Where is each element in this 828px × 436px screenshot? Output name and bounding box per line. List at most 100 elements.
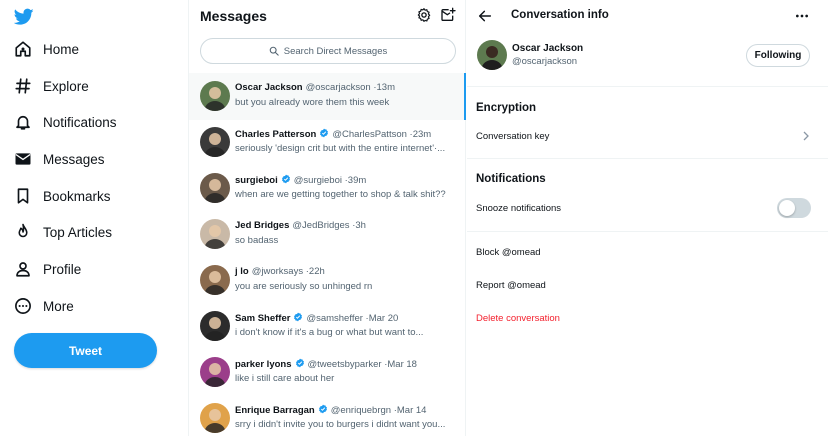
twitter-bird-icon[interactable] <box>14 8 34 26</box>
conversation-item[interactable]: Oscar Jackson @oscarjackson · 13m but you a… <box>189 73 466 120</box>
toggle-knob <box>779 200 795 216</box>
conversation-item[interactable]: Enrique Barragan @enriquebrgn · Mar 14 srry… <box>189 395 466 436</box>
conversation-item[interactable]: surgieboi @surgieboi · 39m when are we gett… <box>189 165 466 212</box>
conversation-item[interactable]: Jed Bridges @JedBridges · 3h so badass <box>189 211 466 258</box>
verified-badge-icon <box>315 404 328 417</box>
conversation-time: Mar 20 <box>368 313 399 324</box>
nav-more[interactable]: More <box>12 291 74 321</box>
conversation-handle: @tweetsbyparker <box>307 359 382 370</box>
conversation-name: Enrique Barragan <box>235 405 315 416</box>
conversation-handle: @enriquebrgn <box>330 405 392 416</box>
conversation-item[interactable]: parker lyons @tweetsbyparker · Mar 18 like … <box>189 349 466 396</box>
nav-label: Profile <box>43 261 82 277</box>
conversation-item[interactable]: Sam Sheffer @samsheffer · Mar 20 i don't kn… <box>189 303 466 350</box>
conversation-handle: @CharlesPattson <box>332 129 407 140</box>
conversation-header: Oscar Jackson @oscarjackson · 13m <box>235 82 395 93</box>
search-input[interactable]: Search Direct Messages <box>200 38 456 64</box>
nav-profile[interactable]: Profile <box>12 254 81 284</box>
block-user-button[interactable]: Block @omead <box>476 247 541 258</box>
bell-icon <box>12 111 34 133</box>
nav-notifications[interactable]: Notifications <box>12 107 117 137</box>
conversation-key-row[interactable]: Conversation key <box>476 131 549 142</box>
conversation-header: Enrique Barragan @enriquebrgn · Mar 14 <box>235 404 426 417</box>
nav-explore[interactable]: Explore <box>12 71 89 101</box>
conversation-time: Mar 18 <box>387 359 417 370</box>
nav-label: More <box>43 298 74 314</box>
hashtag-icon <box>12 75 34 97</box>
gear-icon[interactable] <box>416 7 432 23</box>
conversation-preview: so badass <box>235 235 279 246</box>
conversation-preview: but you already wore them this week <box>235 97 390 108</box>
snooze-notifications-label: Snooze notifications <box>476 203 562 214</box>
divider <box>467 231 828 232</box>
conversation-handle: @samsheffer <box>306 313 363 324</box>
conversation-header: surgieboi @surgieboi · 39m <box>235 174 366 187</box>
divider <box>467 158 828 159</box>
flame-icon <box>12 221 34 243</box>
avatar[interactable] <box>200 357 230 387</box>
avatar[interactable] <box>200 173 230 203</box>
nav-home[interactable]: Home <box>12 34 79 64</box>
conversation-header: parker lyons @tweetsbyparker · Mar 18 <box>235 358 417 371</box>
nav-label: Top Articles <box>43 224 113 240</box>
conversation-item[interactable]: Charles Patterson @CharlesPattson · 23m ser… <box>189 119 466 166</box>
avatar[interactable] <box>200 219 230 249</box>
following-button[interactable]: Following <box>746 44 810 67</box>
search-icon <box>269 46 279 56</box>
messages-title: Messages <box>200 8 267 24</box>
notifications-heading: Notifications <box>476 173 546 185</box>
arrow-left-icon[interactable] <box>477 8 493 24</box>
report-user-button[interactable]: Report @omead <box>476 280 546 291</box>
conversation-time: 39m <box>347 175 367 186</box>
primary-nav: Home Explore Notifications Messages Book… <box>0 0 188 436</box>
profile-handle: @oscarjackson <box>512 56 578 67</box>
avatar[interactable] <box>477 40 507 70</box>
conversation-preview: i don't know if it's a bug or what but w… <box>235 327 424 338</box>
encryption-heading: Encryption <box>476 102 537 114</box>
conversation-time: 22h <box>308 266 325 277</box>
nav-label: Home <box>43 41 80 57</box>
conversation-name: surgieboi <box>235 175 278 186</box>
avatar[interactable] <box>200 127 230 157</box>
conversation-item[interactable]: j lo @jworksays · 22h you are seriously so … <box>189 257 466 304</box>
more-circle-icon <box>12 295 34 317</box>
tweet-button[interactable]: Tweet <box>14 333 157 368</box>
verified-badge-icon <box>316 128 329 141</box>
info-title: Conversation info <box>511 9 609 21</box>
new-message-icon[interactable] <box>440 7 456 23</box>
profile-name[interactable]: Oscar Jackson <box>512 43 583 54</box>
nav-label: Explore <box>43 78 89 94</box>
conversation-name: Charles Patterson <box>235 129 317 140</box>
messages-column: Messages Search Direct Messages Oscar Ja… <box>188 0 466 436</box>
conversation-preview: seriously 'design crit but with the enti… <box>235 143 446 154</box>
conversation-preview: srry i didn't invite you to burgers i di… <box>235 419 446 430</box>
avatar[interactable] <box>200 81 230 111</box>
nav-top-articles[interactable]: Top Articles <box>12 217 112 247</box>
conversation-header: j lo @jworksays · 22h <box>235 266 325 277</box>
conversation-time: 13m <box>376 82 395 93</box>
divider <box>467 86 828 87</box>
avatar[interactable] <box>200 403 230 433</box>
more-horizontal-icon[interactable] <box>794 8 810 24</box>
conversation-header: Jed Bridges @JedBridges · 3h <box>235 220 366 231</box>
conversation-name: parker lyons <box>235 359 292 370</box>
conversation-name: Oscar Jackson <box>235 82 303 93</box>
conversation-handle: @oscarjackson <box>305 82 371 93</box>
nav-label: Messages <box>43 151 105 167</box>
search-placeholder: Search Direct Messages <box>283 45 388 57</box>
conversation-preview: when are we getting together to shop & t… <box>235 189 446 200</box>
nav-messages[interactable]: Messages <box>12 144 105 174</box>
conversation-handle: @JedBridges <box>292 220 350 231</box>
verified-badge-icon <box>292 358 305 371</box>
delete-conversation-button[interactable]: Delete conversation <box>476 313 560 324</box>
avatar[interactable] <box>200 311 230 341</box>
snooze-toggle[interactable] <box>777 198 811 218</box>
verified-badge-icon <box>278 174 291 187</box>
conversation-header: Sam Sheffer @samsheffer · Mar 20 <box>235 312 398 325</box>
home-icon <box>12 38 34 60</box>
conversation-time: Mar 14 <box>396 405 427 416</box>
verified-badge-icon <box>290 312 303 325</box>
nav-bookmarks[interactable]: Bookmarks <box>12 181 111 211</box>
avatar[interactable] <box>200 265 230 295</box>
conversation-name: j lo <box>235 266 249 277</box>
